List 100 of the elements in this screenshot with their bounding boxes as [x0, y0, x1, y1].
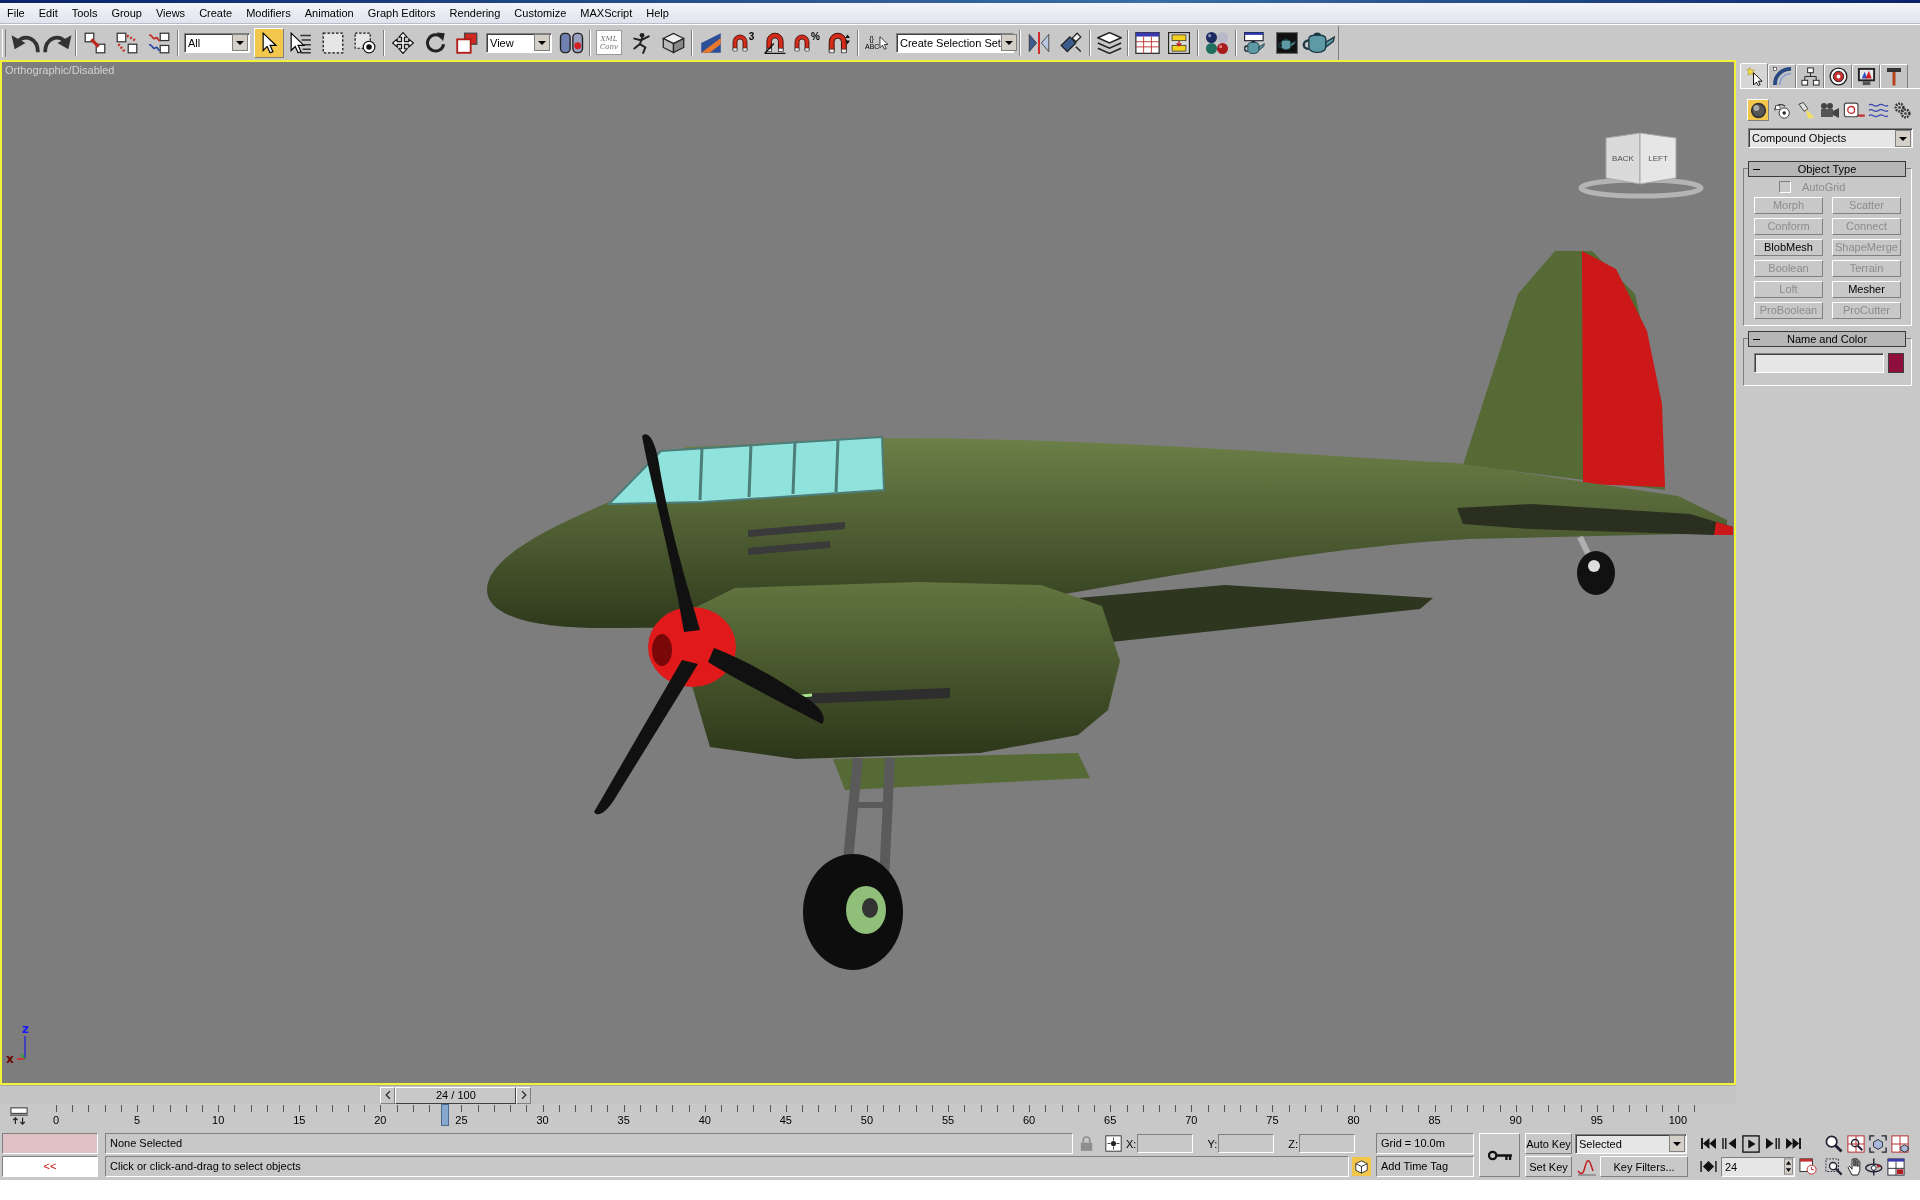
category-dropdown[interactable]: Compound Objects [1748, 128, 1913, 148]
crosshair-box-icon[interactable] [1105, 1135, 1122, 1152]
menu-item[interactable]: Create [192, 5, 240, 21]
frame-number: 50 [860, 1114, 874, 1126]
time-tag-field[interactable]: Add Time Tag [1376, 1156, 1474, 1177]
caret-icon [1669, 1135, 1685, 1152]
maximize-icon[interactable] [1887, 1157, 1905, 1176]
tape-measure-icon [1843, 101, 1865, 119]
next-frame-icon[interactable] [1764, 1137, 1781, 1150]
set-keys-button[interactable] [1479, 1133, 1520, 1177]
listener-input-field[interactable] [2, 1133, 98, 1154]
rollout-title: Object Type [1796, 163, 1858, 175]
gears-icon [1893, 101, 1911, 119]
set-key-button[interactable]: Set Key [1525, 1156, 1572, 1177]
menu-item[interactable]: Views [148, 5, 193, 21]
hierarchy-icon [1800, 67, 1820, 86]
rollout-title: Name and Color [1785, 333, 1869, 345]
hierarchy-tab[interactable] [1796, 64, 1824, 88]
play-icon[interactable] [1742, 1134, 1760, 1153]
key-filters-button[interactable]: Key Filters... [1600, 1156, 1688, 1177]
zoom-extents-all-icon[interactable] [1891, 1134, 1909, 1153]
category-button[interactable] [1747, 99, 1769, 121]
frame-number: 25 [455, 1114, 468, 1126]
coordinate-field[interactable] [1299, 1134, 1355, 1153]
frame-number: 65 [1104, 1114, 1117, 1126]
zoom-icon[interactable] [1825, 1134, 1843, 1153]
view-cube-label[interactable]: BACK [1612, 154, 1634, 163]
dropdown-field[interactable]: View [486, 32, 552, 53]
region-zoom-icon[interactable] [1825, 1157, 1843, 1176]
rollout-header[interactable]: Name and Color [1748, 331, 1906, 347]
viewport[interactable]: Orthographic/Disabled BACK LEFT z x [0, 60, 1736, 1085]
object-type-button[interactable]: BlobMesh [1754, 239, 1823, 256]
frame-number: 70 [1185, 1114, 1198, 1126]
menu-item[interactable]: File [0, 5, 32, 21]
spinner-magnet-icon [828, 31, 850, 54]
modify-tab[interactable] [1768, 64, 1796, 88]
time-slider-thumb[interactable]: 24 / 100 [395, 1086, 517, 1104]
skip-start-icon[interactable] [1700, 1137, 1717, 1150]
coordinate-field[interactable] [1218, 1134, 1275, 1153]
dropdown-field[interactable]: All [184, 32, 250, 53]
time-slider-track[interactable]: 24 / 100 [0, 1085, 1736, 1104]
schematic-icon [1168, 31, 1190, 54]
cursor-sparkle-icon [1745, 66, 1763, 86]
wavy-squares-icon [148, 31, 170, 54]
tangent-curve-icon[interactable] [1577, 1157, 1597, 1176]
axis-tripod-icon [16, 1035, 26, 1060]
view-cube[interactable] [1578, 132, 1704, 199]
menu-item[interactable]: Tools [64, 5, 105, 21]
name-field[interactable] [1754, 353, 1884, 373]
orbit-icon[interactable] [1865, 1157, 1883, 1176]
listener-output-field[interactable]: << [2, 1156, 98, 1177]
menu-item[interactable]: Group [104, 5, 149, 21]
color-swatch[interactable] [1888, 353, 1904, 373]
menu-item[interactable]: Edit [31, 5, 65, 21]
percent-snap-button[interactable]: % [792, 27, 822, 58]
snap-toggle-button[interactable]: 3 [728, 27, 758, 58]
menu-item[interactable]: Help [639, 5, 676, 21]
menu-item[interactable]: Animation [297, 5, 361, 21]
frame-forward-button[interactable] [516, 1086, 532, 1104]
menu-item[interactable]: Modifiers [239, 5, 298, 21]
hand-icon[interactable] [1847, 1157, 1861, 1176]
coordinate-field[interactable] [1137, 1134, 1194, 1153]
rollout-header[interactable]: Object Type [1748, 161, 1906, 177]
create-tab[interactable] [1740, 63, 1768, 88]
arrows-box-icon[interactable] [9, 1107, 29, 1125]
frame-back-button[interactable] [380, 1086, 396, 1104]
dropdown-field[interactable]: Create Selection Set [896, 32, 1014, 53]
menu-item[interactable]: Customize [507, 5, 574, 21]
selection-status: None Selected [105, 1133, 1073, 1154]
category-button[interactable] [1891, 99, 1913, 121]
view-cube-label[interactable]: LEFT [1648, 154, 1668, 163]
previous-frame-icon[interactable] [1721, 1137, 1738, 1150]
ramp-icon [700, 31, 722, 54]
menu-item[interactable]: Graph Editors [360, 5, 443, 21]
zoom-extents-icon[interactable] [1869, 1134, 1887, 1153]
key-mode-icon[interactable] [1700, 1160, 1717, 1173]
time-config-icon[interactable] [1799, 1158, 1817, 1175]
frame-number: 10 [212, 1114, 225, 1126]
time-marker[interactable] [441, 1104, 450, 1126]
menu-item[interactable]: Rendering [442, 5, 508, 21]
cursor-icon [261, 31, 277, 54]
utilities-tab[interactable] [1880, 64, 1908, 88]
cube-icon[interactable] [1352, 1157, 1371, 1176]
frame-field[interactable]: 24 [1721, 1156, 1795, 1177]
axis-label: z [22, 1022, 29, 1036]
zoom-all-icon[interactable] [1847, 1134, 1865, 1153]
cylinders-icon [558, 31, 584, 54]
select-button[interactable] [254, 27, 284, 58]
menu-item[interactable]: MAXScript [573, 5, 640, 21]
motion-tab[interactable] [1824, 64, 1852, 88]
display-tab[interactable] [1852, 64, 1880, 88]
mirror-icon [1028, 31, 1050, 54]
curve-circle-icon [1773, 101, 1791, 119]
key-filter-dropdown[interactable]: Selected [1575, 1133, 1687, 1154]
angle-magnet-icon [764, 31, 786, 54]
skip-end-icon[interactable] [1785, 1137, 1802, 1150]
frame-number: 5 [134, 1114, 141, 1126]
object-type-button[interactable]: Mesher [1832, 281, 1901, 298]
axis-label: x [6, 1052, 14, 1066]
auto-key-button[interactable]: Auto Key [1525, 1133, 1572, 1154]
